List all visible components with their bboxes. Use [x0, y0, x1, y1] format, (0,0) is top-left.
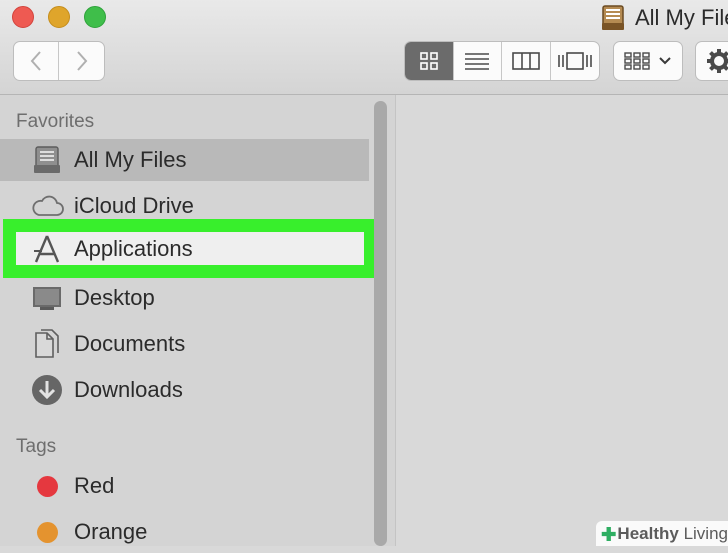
desktop-icon [30, 281, 64, 315]
chevron-left-icon [30, 51, 41, 71]
documents-icon [30, 327, 64, 361]
column-view-button[interactable] [502, 42, 551, 80]
sidebar-item-tag-red[interactable]: Red [0, 465, 369, 507]
applications-icon [30, 232, 64, 266]
sidebar-item-downloads[interactable]: Downloads [0, 369, 369, 411]
navigation-buttons [13, 41, 105, 81]
sidebar-item-documents[interactable]: Documents [0, 323, 369, 365]
zoom-button[interactable] [84, 6, 106, 28]
view-mode-selector [404, 41, 600, 81]
icon-view-icon [419, 52, 438, 70]
downloads-icon [30, 373, 64, 407]
forward-button[interactable] [59, 42, 104, 80]
cover-flow-button[interactable] [551, 42, 600, 80]
all-my-files-icon [600, 5, 626, 31]
arrange-grid-icon [624, 52, 650, 70]
cloud-icon [30, 189, 64, 223]
tag-dot-icon [30, 515, 64, 549]
plus-icon [601, 526, 616, 541]
gear-icon [707, 49, 728, 73]
sidebar: Favorites All My Files iCloud Drive Appl… [0, 95, 396, 546]
sidebar-item-label: iCloud Drive [74, 193, 194, 218]
window-title-bar: All My Files [600, 2, 728, 34]
favorites-heading: Favorites [16, 111, 95, 132]
cover-flow-icon [557, 52, 592, 70]
tags-heading: Tags [16, 436, 57, 457]
minimize-button[interactable] [48, 6, 70, 28]
watermark-brand: Healthy [617, 523, 679, 543]
chevron-right-icon [76, 51, 87, 71]
tag-dot-icon [30, 469, 64, 503]
file-browser-content [396, 95, 728, 546]
sidebar-item-label: Downloads [74, 377, 183, 402]
sidebar-item-desktop[interactable]: Desktop [0, 277, 369, 319]
list-view-button[interactable] [454, 42, 502, 80]
sidebar-item-all-my-files[interactable]: All My Files [0, 139, 369, 181]
sidebar-item-tag-orange[interactable]: Orange [0, 511, 369, 553]
sidebar-item-label: Red [74, 473, 115, 498]
sidebar-item-label: Documents [74, 331, 186, 356]
watermark: Healthy Living [596, 521, 728, 546]
column-view-icon [511, 52, 540, 70]
close-button[interactable] [12, 6, 34, 28]
sidebar-item-applications[interactable]: Applications [3, 219, 377, 278]
sidebar-scrollbar[interactable] [374, 101, 387, 546]
action-button[interactable] [695, 41, 728, 81]
window-title: All My Files [635, 5, 728, 30]
toolbar: All My Files [0, 0, 728, 95]
sidebar-item-label: Desktop [74, 285, 155, 310]
back-button[interactable] [14, 42, 60, 80]
watermark-brand-suffix: Living [683, 523, 728, 543]
list-view-icon [465, 53, 490, 70]
arrange-button[interactable] [613, 41, 683, 81]
sidebar-item-label: All My Files [74, 147, 187, 172]
chevron-down-icon [659, 57, 671, 65]
sidebar-item-label: Applications [74, 235, 193, 261]
sidebar-item-label: Orange [74, 519, 148, 544]
icon-view-button[interactable] [405, 42, 454, 80]
all-my-files-icon [30, 143, 64, 177]
